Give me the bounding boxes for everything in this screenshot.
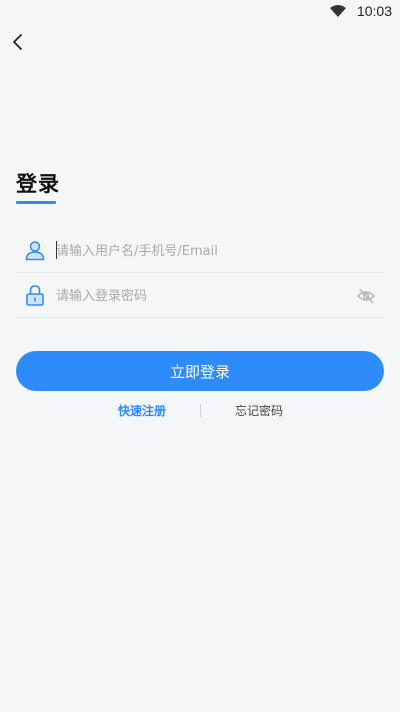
- user-icon: [25, 241, 45, 261]
- chevron-left-icon: [13, 34, 22, 50]
- title-underline: [16, 201, 56, 204]
- username-field: [16, 229, 384, 273]
- text-cursor: [56, 241, 57, 259]
- auth-links: 快速注册 忘记密码: [0, 402, 400, 420]
- divider: [200, 404, 201, 417]
- lock-icon: [26, 285, 44, 306]
- password-field: [16, 274, 384, 318]
- status-time: 10:03: [356, 3, 392, 19]
- username-input[interactable]: [56, 240, 346, 262]
- password-input[interactable]: [56, 285, 346, 307]
- register-link[interactable]: 快速注册: [118, 402, 166, 419]
- status-bar: 10:03: [0, 0, 400, 24]
- page-title: 登录: [16, 172, 60, 196]
- login-button[interactable]: 立即登录: [16, 351, 384, 391]
- wifi-icon: [330, 5, 346, 17]
- title-block: 登录: [16, 171, 60, 204]
- back-button[interactable]: [6, 30, 30, 54]
- forgot-password-link[interactable]: 忘记密码: [235, 402, 283, 419]
- eye-off-icon[interactable]: [356, 286, 376, 306]
